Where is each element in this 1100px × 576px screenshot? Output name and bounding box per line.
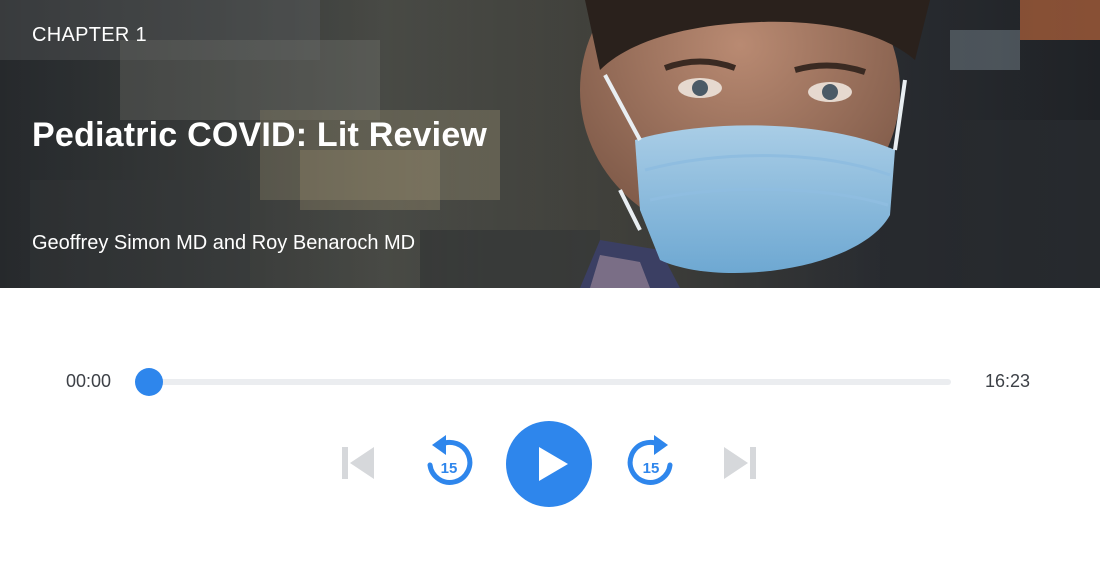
rewind-15-icon: 15 <box>427 435 473 485</box>
episode-title: Pediatric COVID: Lit Review <box>32 116 488 154</box>
audio-player: 00:00 16:23 15 15 <box>0 288 1100 576</box>
next-track-button[interactable] <box>722 443 758 483</box>
chapter-hero-banner: CHAPTER 1 Pediatric COVID: Lit Review Ge… <box>0 0 1100 288</box>
rewind-seconds-label: 15 <box>441 460 458 477</box>
play-button[interactable] <box>506 421 592 507</box>
progress-scrubber-handle[interactable] <box>135 368 163 396</box>
total-duration: 16:23 <box>984 371 1030 391</box>
elapsed-time: 00:00 <box>66 371 112 391</box>
audio-player-page: CHAPTER 1 Pediatric COVID: Lit Review Ge… <box>0 0 1100 576</box>
play-icon <box>539 447 568 481</box>
rewind-15-button[interactable]: 15 <box>422 433 474 489</box>
episode-authors: Geoffrey Simon MD and Roy Benaroch MD <box>32 232 416 254</box>
skip-previous-icon <box>342 447 374 479</box>
forward-seconds-label: 15 <box>643 460 660 477</box>
chapter-label: CHAPTER 1 <box>32 24 147 46</box>
previous-track-button[interactable] <box>340 443 376 483</box>
forward-15-button[interactable]: 15 <box>626 433 678 489</box>
forward-15-icon: 15 <box>627 435 673 485</box>
skip-next-icon <box>724 447 756 479</box>
progress-bar[interactable] <box>135 368 951 396</box>
